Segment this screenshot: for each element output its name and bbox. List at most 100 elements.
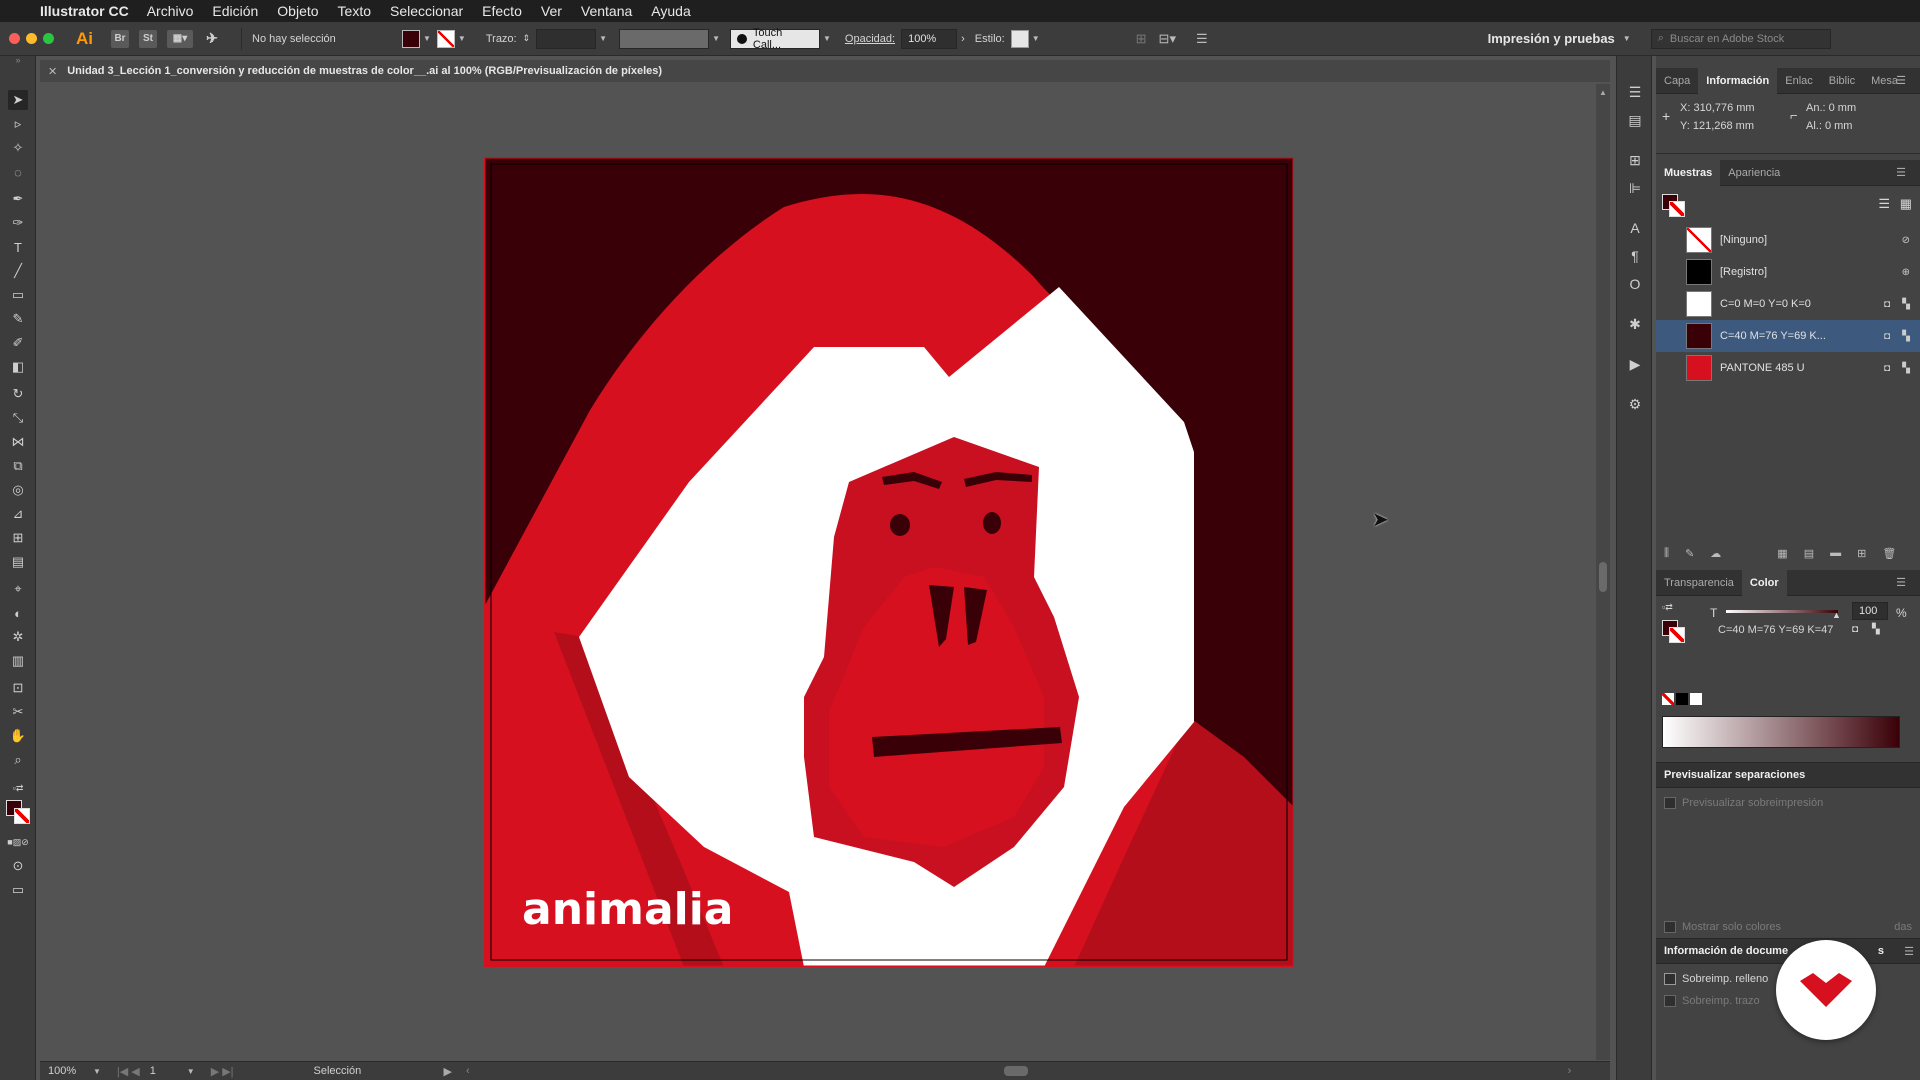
close-icon[interactable]: ✕ bbox=[48, 65, 57, 78]
collapse-panel-icon[interactable]: » bbox=[8, 54, 28, 66]
tint-field[interactable]: 100 bbox=[1852, 602, 1888, 620]
scroll-left-icon[interactable]: ‹ bbox=[466, 1065, 470, 1077]
artboard[interactable]: animalia bbox=[484, 157, 1294, 967]
line-tool-icon[interactable]: ╱ bbox=[8, 261, 28, 281]
rotate-tool-icon[interactable]: ↻ bbox=[8, 384, 28, 404]
chevron-down-icon[interactable]: ▼ bbox=[93, 1067, 101, 1076]
screen-mode-icon[interactable]: ▭ bbox=[8, 880, 28, 900]
swatch-row[interactable]: PANTONE 485 U ◘ ▚ bbox=[1656, 352, 1920, 384]
eyedropper-tool-icon[interactable]: ⌖ bbox=[8, 579, 28, 599]
lasso-tool-icon[interactable]: ◌ bbox=[8, 162, 28, 182]
swatch-row[interactable]: C=0 M=0 Y=0 K=0 ◘ ▚ bbox=[1656, 288, 1920, 320]
paragraph-panel-icon[interactable]: ¶ bbox=[1625, 246, 1645, 266]
chevron-down-icon[interactable]: ▼ bbox=[712, 34, 720, 43]
list-view-icon[interactable]: ☰ bbox=[1878, 196, 1890, 212]
swatch-row[interactable]: [Ninguno] ⊘ bbox=[1656, 224, 1920, 256]
stroke-color-box[interactable] bbox=[14, 808, 30, 824]
stock-button[interactable]: St bbox=[139, 29, 157, 48]
swatch-options-icon[interactable]: ▦ bbox=[1777, 547, 1787, 560]
hand-tool-icon[interactable]: ✋ bbox=[8, 726, 28, 746]
tab-transparencia[interactable]: Transparencia bbox=[1656, 577, 1742, 589]
horizontal-scroll-thumb[interactable] bbox=[1003, 1066, 1028, 1076]
color-stroke-box[interactable] bbox=[1669, 627, 1685, 643]
free-transform-tool-icon[interactable]: ⧉ bbox=[8, 456, 28, 476]
black-color-chip[interactable] bbox=[1676, 693, 1688, 705]
width-tool-icon[interactable]: ⋈ bbox=[8, 432, 28, 452]
tab-capas[interactable]: Capa bbox=[1656, 75, 1698, 87]
new-swatch-icon[interactable]: ⊞ bbox=[1857, 547, 1866, 560]
gradient-tool-icon[interactable]: ▤ bbox=[8, 552, 28, 572]
symbol-sprayer-tool-icon[interactable]: ✲ bbox=[8, 627, 28, 647]
slice-tool-icon[interactable]: ✂ bbox=[8, 702, 28, 722]
app-name-menu[interactable]: Illustrator CC bbox=[40, 3, 129, 19]
scroll-up-icon[interactable]: ▲ bbox=[1599, 88, 1607, 97]
transform-icon[interactable]: ⊟▾ bbox=[1159, 31, 1176, 47]
tab-informacion[interactable]: Información bbox=[1698, 67, 1778, 94]
none-color-chip[interactable] bbox=[1662, 693, 1674, 705]
tab-color[interactable]: Color bbox=[1741, 569, 1787, 596]
swatch-row[interactable]: [Registro] ⊕ bbox=[1656, 256, 1920, 288]
artboard-nav-icons[interactable]: |◀ ◀ bbox=[117, 1065, 140, 1078]
chevron-down-icon[interactable]: ▼ bbox=[458, 34, 466, 43]
trash-icon[interactable]: 🗑 bbox=[1882, 547, 1896, 560]
zoom-tool-icon[interactable]: ⌕ bbox=[8, 750, 28, 770]
layers-panel-icon[interactable]: ▤ bbox=[1625, 110, 1645, 130]
tab-bibliotecas[interactable]: Biblic bbox=[1821, 75, 1863, 87]
panel-menu-icon[interactable]: ☰ bbox=[1888, 74, 1914, 87]
default-colors-icon[interactable]: ▫⇄ bbox=[1662, 602, 1673, 613]
menu-seleccionar[interactable]: Seleccionar bbox=[390, 3, 463, 19]
tab-muestras[interactable]: Muestras bbox=[1656, 159, 1721, 186]
swatch-libraries-icon[interactable]: ⫼ bbox=[1664, 547, 1669, 560]
scale-tool-icon[interactable]: ⤡ bbox=[8, 408, 28, 428]
align-icon[interactable]: ⊞ bbox=[1136, 31, 1147, 47]
type-tool-icon[interactable]: T bbox=[8, 237, 28, 257]
grid-view-icon[interactable]: ▦ bbox=[1900, 196, 1912, 212]
panel-menu-icon[interactable]: ☰ bbox=[1888, 166, 1914, 179]
swatch-row-selected[interactable]: C=40 M=76 Y=69 K... ◘ ▚ bbox=[1656, 320, 1920, 352]
gpu-rocket-icon[interactable]: ✈ bbox=[203, 30, 221, 48]
vertical-scrollbar[interactable]: ▲ bbox=[1596, 84, 1610, 1060]
curvature-tool-icon[interactable]: ✑ bbox=[8, 213, 28, 233]
white-color-chip[interactable] bbox=[1690, 693, 1702, 705]
magic-wand-tool-icon[interactable]: ✧ bbox=[8, 138, 28, 158]
direct-selection-tool-icon[interactable]: ▹ bbox=[8, 114, 28, 134]
chevron-down-icon[interactable]: ▼ bbox=[823, 34, 831, 43]
character-panel-icon[interactable]: A bbox=[1625, 218, 1645, 238]
shape-builder-tool-icon[interactable]: ◎ bbox=[8, 480, 28, 500]
panel-menu-icon[interactable]: ☰ bbox=[1904, 945, 1914, 958]
selection-tool-icon[interactable]: ➤ bbox=[8, 90, 28, 110]
bridge-button[interactable]: Br bbox=[111, 29, 129, 48]
draw-mode-icon[interactable]: ⊙ bbox=[8, 856, 28, 876]
stepper-icon[interactable]: ⇕ bbox=[523, 33, 531, 44]
scroll-right-icon[interactable]: › bbox=[1568, 1065, 1572, 1077]
menu-edicion[interactable]: Edición bbox=[212, 3, 258, 19]
chevron-down-icon[interactable]: ▼ bbox=[599, 34, 607, 43]
variable-width-profile[interactable] bbox=[619, 28, 710, 49]
symbols-panel-icon[interactable]: ✱ bbox=[1625, 314, 1645, 334]
opentype-panel-icon[interactable]: O bbox=[1625, 274, 1645, 294]
stroke-swatch[interactable] bbox=[436, 29, 455, 48]
cloud-icon[interactable]: ☁ bbox=[1710, 547, 1721, 560]
color-group-icon[interactable]: ▤ bbox=[1804, 547, 1814, 560]
fill-swatch[interactable] bbox=[402, 29, 420, 48]
workspace-switcher[interactable]: Impresión y pruebas bbox=[1488, 31, 1615, 46]
status-menu-arrow-icon[interactable]: ▶ bbox=[444, 1065, 452, 1078]
graphic-style-swatch[interactable] bbox=[1010, 29, 1029, 48]
tab-apariencia[interactable]: Apariencia bbox=[1720, 167, 1788, 179]
column-graph-tool-icon[interactable]: ▥ bbox=[8, 651, 28, 671]
chevron-down-icon[interactable]: ▼ bbox=[187, 1067, 195, 1076]
close-window-button[interactable] bbox=[9, 33, 20, 44]
artboards-panel-icon[interactable]: ⊞ bbox=[1625, 150, 1645, 170]
tint-slider-track[interactable] bbox=[1726, 610, 1838, 613]
chevron-down-icon[interactable]: ▼ bbox=[1623, 34, 1631, 43]
default-colors-icon[interactable]: ▫⇄ bbox=[8, 778, 28, 798]
minimize-window-button[interactable] bbox=[26, 33, 37, 44]
artboard-number[interactable]: 1 bbox=[150, 1065, 184, 1077]
rectangle-tool-icon[interactable]: ▭ bbox=[8, 285, 28, 305]
zoom-window-button[interactable] bbox=[43, 33, 54, 44]
menu-ver[interactable]: Ver bbox=[541, 3, 562, 19]
chevron-down-icon[interactable]: ▼ bbox=[1032, 34, 1040, 43]
actions-panel-icon[interactable]: ▶ bbox=[1625, 354, 1645, 374]
paintbrush-tool-icon[interactable]: ✎ bbox=[8, 309, 28, 329]
pen-tool-icon[interactable]: ✒ bbox=[8, 189, 28, 209]
